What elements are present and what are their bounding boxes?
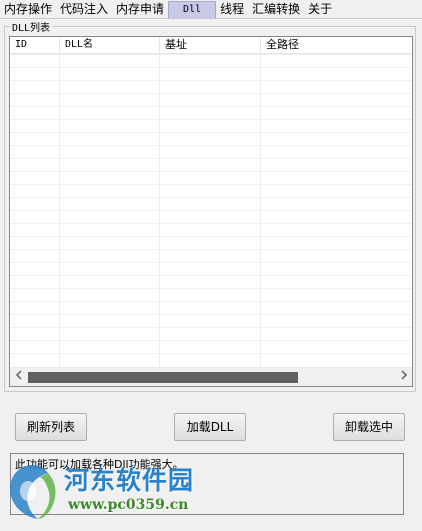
tab-memory-alloc[interactable]: 内存申请 xyxy=(112,1,168,18)
tab-dll[interactable]: Dll xyxy=(168,1,217,18)
column-header-full-path[interactable]: 全路径 xyxy=(261,37,412,53)
column-header-base-address[interactable]: 基址 xyxy=(160,37,261,53)
tab-asm-convert[interactable]: 汇编转换 xyxy=(248,1,304,18)
chevron-right-icon[interactable] xyxy=(395,368,412,386)
chevron-left-icon[interactable] xyxy=(10,368,27,386)
column-header-id[interactable]: ID xyxy=(10,37,60,53)
group-title: DLL列表 xyxy=(10,19,53,34)
dll-listview[interactable]: ID DLL名 基址 全路径 xyxy=(9,36,413,387)
dll-list-group: DLL列表 ID DLL名 基址 全路径 xyxy=(4,19,416,392)
tab-memory-ops[interactable]: 内存操作 xyxy=(0,1,56,18)
load-dll-button[interactable]: 加载DLL xyxy=(174,413,246,441)
load-dll-label: 加载DLL xyxy=(186,420,234,434)
refresh-list-button[interactable]: 刷新列表 xyxy=(15,413,87,441)
tab-threads[interactable]: 线程 xyxy=(216,1,248,18)
status-textbox[interactable]: 此功能可以加载各种Dll功能强大。 xyxy=(10,453,404,515)
listview-body[interactable] xyxy=(10,54,412,366)
unload-selected-button[interactable]: 卸载选中 xyxy=(333,413,405,441)
status-text: 此功能可以加载各种Dll功能强大。 xyxy=(15,458,184,471)
tab-bar: 内存操作 代码注入 内存申请 Dll 线程 汇编转换 关于 xyxy=(0,0,422,19)
tab-code-injection[interactable]: 代码注入 xyxy=(56,1,112,18)
column-header-dll-name[interactable]: DLL名 xyxy=(60,37,160,53)
scrollbar-thumb[interactable] xyxy=(28,372,298,383)
tab-about[interactable]: 关于 xyxy=(304,1,336,18)
horizontal-scrollbar[interactable] xyxy=(10,367,412,386)
listview-header: ID DLL名 基址 全路径 xyxy=(10,37,412,54)
